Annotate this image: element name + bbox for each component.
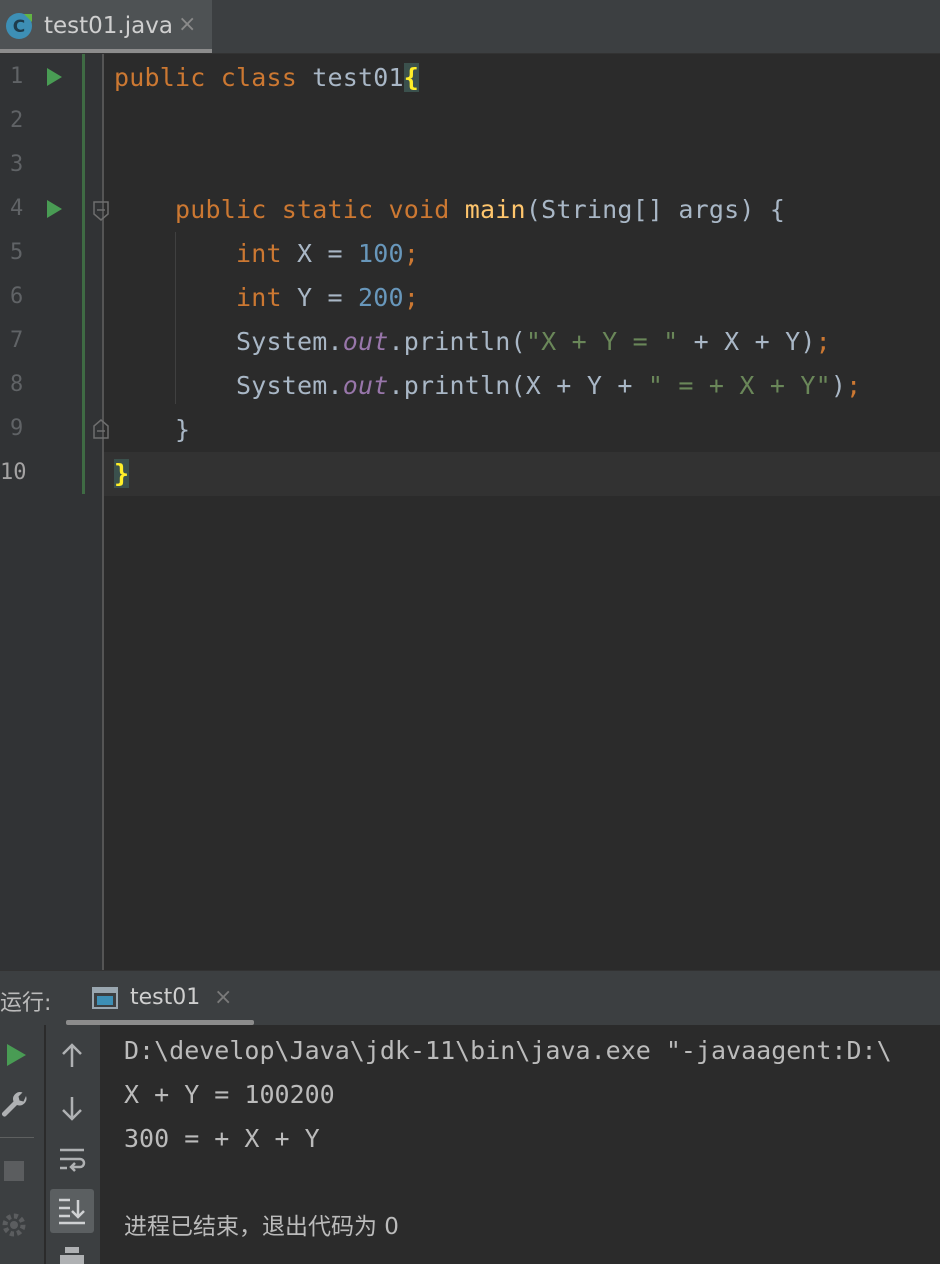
tab-label: test01.java <box>44 13 173 39</box>
run-tool-window: D:\develop\Java\jdk-11\bin\java.exe "-ja… <box>0 1025 940 1264</box>
code-token: test01 <box>312 63 404 92</box>
run-gutter-icon[interactable] <box>44 66 64 88</box>
code-token: (String[] args) { <box>525 195 786 224</box>
code-editor[interactable]: 1 2 3 4 5 6 7 8 9 10 public class test01{ public … <box>0 54 940 970</box>
line-number: 8 <box>10 372 24 397</box>
code-token: "X + Y = " <box>525 327 679 356</box>
line-number: 2 <box>10 108 24 133</box>
matched-brace: } <box>114 459 130 488</box>
code-token: Y = <box>297 283 359 312</box>
up-arrow-icon[interactable] <box>60 1043 84 1069</box>
code-token: System. <box>114 327 343 356</box>
code-line: System.out.println("X + Y = " + X + Y); <box>114 320 831 364</box>
line-number: 7 <box>10 328 24 353</box>
fold-icon[interactable] <box>92 418 110 440</box>
scroll-to-end-button[interactable] <box>50 1189 94 1233</box>
tab-test01-java[interactable]: C test01.java × <box>0 0 212 53</box>
code-line: public class test01{ <box>114 56 420 100</box>
close-icon[interactable]: × <box>178 12 196 37</box>
code-line: } <box>114 452 130 496</box>
console-line: D:\develop\Java\jdk-11\bin\java.exe "-ja… <box>124 1036 892 1065</box>
line-number: 10 <box>0 460 27 485</box>
code-token: } <box>114 415 191 444</box>
wrench-icon[interactable] <box>0 1091 30 1121</box>
console-line: 300 = + X + Y <box>124 1124 320 1153</box>
code-line: int X = 100; <box>114 232 419 276</box>
code-token: public class <box>114 63 313 92</box>
fold-icon[interactable] <box>92 200 110 222</box>
code-line: } <box>114 408 190 452</box>
stop-icon[interactable] <box>4 1161 24 1181</box>
code-token: 200 <box>358 283 404 312</box>
code-token: ; <box>403 239 420 268</box>
code-token: ) <box>830 371 847 400</box>
code-token: .println(X + Y + <box>388 371 648 400</box>
code-token: ; <box>846 371 862 400</box>
code-token: System. <box>114 371 343 400</box>
code-token: ; <box>815 327 831 356</box>
run-toolbar-secondary <box>46 1025 100 1264</box>
code-line: int Y = 200; <box>114 276 419 320</box>
print-icon[interactable] <box>58 1247 86 1264</box>
toolbar-divider <box>0 1137 34 1138</box>
run-gutter-icon[interactable] <box>44 198 64 220</box>
line-number: 3 <box>10 152 24 177</box>
code-token: int <box>236 283 298 312</box>
code-token: public static void <box>175 195 465 224</box>
code-token: out <box>342 327 389 356</box>
soft-wrap-icon[interactable] <box>58 1147 88 1175</box>
code-line: System.out.println(X + Y + " = + X + Y")… <box>114 364 861 408</box>
matched-brace: { <box>403 63 420 92</box>
code-token: 100 <box>358 239 404 268</box>
line-number: 1 <box>10 64 24 89</box>
settings-icon[interactable] <box>0 1209 32 1241</box>
line-number: 5 <box>10 240 24 265</box>
rerun-icon[interactable] <box>4 1043 28 1067</box>
code-token: int <box>236 239 298 268</box>
console-line: 进程已结束，退出代码为 0 <box>124 1214 399 1240</box>
editor-tab-bar: C test01.java × <box>0 0 940 54</box>
run-tab-test01[interactable]: test01 × <box>66 971 254 1025</box>
code-token: main <box>464 195 526 224</box>
line-number: 4 <box>10 196 24 221</box>
code-token: out <box>342 371 389 400</box>
code-token: + X + Y) <box>678 327 816 356</box>
editor-gutter <box>0 54 102 970</box>
caret-line-highlight <box>104 452 940 496</box>
run-tool-window-header: 运行: test01 × <box>0 970 940 1025</box>
java-class-icon: C <box>6 13 32 39</box>
run-panel-title: 运行: <box>0 991 52 1016</box>
line-number: 6 <box>10 284 24 309</box>
line-number: 9 <box>10 416 24 441</box>
run-toolbar-primary <box>0 1025 44 1264</box>
vcs-change-marker <box>82 54 85 494</box>
code-token: .println( <box>388 327 526 356</box>
code-token: ; <box>403 283 420 312</box>
scroll-to-end-icon <box>59 1198 85 1225</box>
code-token: X = <box>297 239 359 268</box>
down-arrow-icon[interactable] <box>60 1095 84 1121</box>
code-token: " = + X + Y" <box>647 371 831 400</box>
run-tab-label: test01 <box>130 985 201 1010</box>
console-tab-icon <box>92 987 118 1009</box>
gutter-divider <box>102 54 104 970</box>
svg-text:C: C <box>13 17 25 37</box>
close-icon[interactable]: × <box>214 985 232 1010</box>
console-output[interactable]: D:\develop\Java\jdk-11\bin\java.exe "-ja… <box>124 1025 940 1264</box>
console-line: X + Y = 100200 <box>124 1080 335 1109</box>
code-line: public static void main(String[] args) { <box>114 188 785 232</box>
active-tab-indicator <box>0 49 212 53</box>
